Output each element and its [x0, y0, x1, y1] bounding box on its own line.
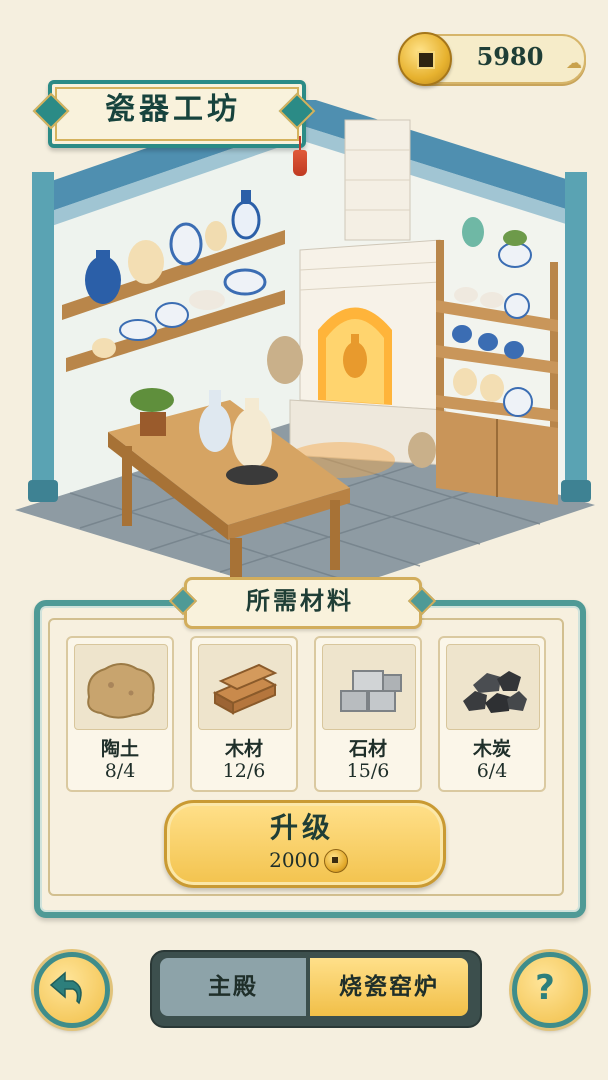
tab-kiln[interactable]: 烧瓷窑炉: [310, 958, 468, 1016]
coin-icon: [324, 849, 348, 873]
materials-panel-title: 所需材料: [246, 586, 354, 615]
help-button[interactable]: ?: [512, 952, 588, 1028]
workshop-scene: [15, 100, 595, 600]
material-name: 陶土: [100, 738, 139, 760]
question-icon: ?: [535, 968, 555, 1008]
tassel-icon: [293, 150, 307, 176]
material-card-stone: 石材 15/6: [314, 636, 422, 792]
material-card-wood: 木材 12/6: [190, 636, 298, 792]
charcoal-icon: [446, 644, 540, 730]
material-name: 木炭: [472, 738, 511, 760]
tab-label: 烧瓷窑炉: [339, 973, 439, 1000]
material-card-clay: 陶土 8/4: [66, 636, 174, 792]
material-name: 木材: [224, 738, 263, 760]
cloud-ornament-icon: ☁: [566, 53, 582, 72]
back-button[interactable]: [34, 952, 110, 1028]
svg-text:?: ?: [535, 968, 555, 1008]
clay-icon: [74, 644, 168, 730]
material-count: 15/6: [346, 760, 390, 782]
material-count: 8/4: [104, 760, 136, 782]
upgrade-button-label: 升级: [269, 811, 334, 844]
page-title: 瓷器工坊: [105, 92, 241, 127]
back-arrow-icon: [49, 971, 82, 1005]
coin-icon: [398, 32, 452, 86]
material-card-charcoal: 木炭 6/4: [438, 636, 546, 792]
stone-icon: [322, 644, 416, 730]
wood-icon: [198, 644, 292, 730]
tab-label: 主殿: [208, 973, 258, 1000]
material-count: 12/6: [222, 760, 266, 782]
coin-amount: 5980: [476, 42, 544, 71]
tab-main-hall[interactable]: 主殿: [160, 958, 306, 1016]
material-count: 6/4: [476, 760, 508, 782]
material-name: 石材: [348, 738, 387, 760]
upgrade-cost: 2000: [269, 848, 320, 872]
